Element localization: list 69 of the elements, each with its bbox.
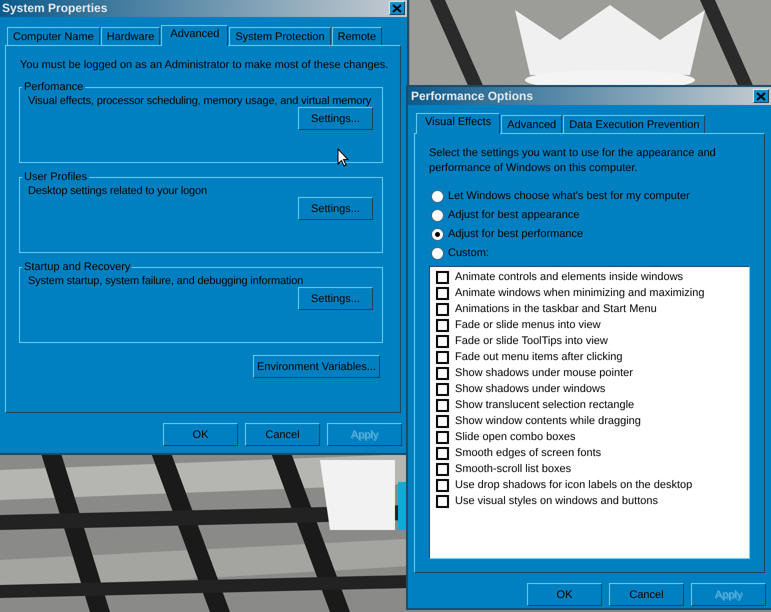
radio-label[interactable]: Adjust for best performance (448, 228, 584, 240)
checkbox-label[interactable]: Show window contents while dragging (455, 415, 641, 427)
tab[interactable]: Advanced (161, 25, 228, 46)
checkbox-label[interactable]: Show shadows under windows (455, 383, 606, 395)
dialog-button[interactable]: Cancel (245, 423, 320, 446)
checkbox[interactable] (436, 398, 449, 412)
checkbox[interactable] (436, 366, 449, 380)
checkbox-label[interactable]: Smooth-scroll list boxes (455, 463, 572, 475)
checkbox-label[interactable]: Show shadows under mouse pointer (455, 367, 633, 379)
tab[interactable]: System Protection (229, 27, 331, 45)
window-title: Performance Options (411, 89, 534, 103)
radio-button[interactable] (431, 208, 444, 222)
checkbox[interactable] (436, 318, 449, 332)
dialog-button[interactable]: OK (163, 423, 238, 446)
checkbox[interactable] (436, 382, 449, 396)
tab[interactable]: Advanced (501, 115, 562, 133)
checkbox[interactable] (436, 350, 449, 364)
checkbox-label[interactable]: Use drop shadows for icon labels on the desktop (455, 479, 692, 491)
tab[interactable]: Remote (332, 27, 382, 45)
settings-button[interactable]: Settings... (298, 287, 373, 310)
tab[interactable]: Hardware (100, 27, 160, 45)
admin-notice: You must be logged on as an Administrator to make most of these changes. (20, 59, 386, 71)
checkbox-label[interactable]: Show translucent selection rectangle (455, 399, 634, 411)
dialog-button[interactable]: Cancel (609, 583, 684, 606)
checkbox-label[interactable]: Animations in the taskbar and Start Menu (455, 303, 657, 315)
group-description: Desktop settings related to your logon (28, 185, 208, 197)
checkbox-label[interactable]: Smooth edges of screen fonts (455, 447, 602, 459)
group-description: System startup, system failure, and debugging information (28, 275, 304, 287)
checkbox-label[interactable]: Animate windows when minimizing and maximizing (455, 287, 704, 299)
checkbox[interactable] (436, 270, 449, 284)
radio-label[interactable]: Let Windows choose what's best for my computer (448, 190, 690, 202)
group-title: User Profiles (23, 171, 88, 183)
checkbox[interactable] (436, 302, 449, 316)
settings-button[interactable]: Settings... (298, 107, 373, 130)
checkbox-label[interactable]: Fade or slide menus into view (455, 319, 601, 331)
group-description: Visual effects, processor scheduling, memory usage, and virtual memory (28, 95, 372, 107)
tab[interactable]: Visual Effects (416, 113, 500, 134)
checkbox[interactable] (436, 334, 449, 348)
group-title: Startup and Recovery (23, 261, 132, 273)
checkbox[interactable] (436, 430, 449, 444)
group-title: Perfomance (23, 81, 84, 93)
checkbox-label[interactable]: Slide open combo boxes (455, 431, 576, 443)
radio-label[interactable]: Custom: (448, 247, 489, 259)
checkbox-label[interactable]: Fade or slide ToolTips into view (455, 335, 608, 347)
close-button[interactable] (389, 1, 405, 15)
window-title: System Properties (2, 1, 108, 15)
checkbox-label[interactable]: Animate controls and elements inside windows (455, 271, 684, 283)
radio-button[interactable] (431, 246, 444, 260)
close-icon (392, 4, 402, 12)
intro-text: Select the settings you want to use for the appearance and performance of Windows on this computer. (429, 146, 717, 176)
radio-label[interactable]: Adjust for best appearance (448, 209, 580, 221)
tab[interactable]: Data Execution Prevention (563, 115, 706, 133)
checkbox-label[interactable]: Fade out menu items after clicking (455, 351, 623, 363)
close-icon (756, 92, 766, 100)
checkbox[interactable] (436, 478, 449, 492)
dialog-button[interactable]: OK (527, 583, 602, 606)
close-button[interactable] (753, 89, 769, 103)
checkbox[interactable] (436, 286, 449, 300)
checkbox[interactable] (436, 462, 449, 476)
settings-button[interactable]: Settings... (298, 197, 373, 220)
environment-variables-button[interactable]: Environment Variables... (253, 355, 380, 378)
checkbox[interactable] (436, 494, 449, 508)
radio-button[interactable] (431, 190, 444, 202)
radio-button[interactable] (431, 228, 444, 240)
checkbox[interactable] (436, 414, 449, 428)
tab[interactable]: Computer Name (7, 27, 100, 45)
cursor-icon (337, 148, 349, 167)
checkbox-label[interactable]: Use visual styles on windows and buttons (455, 495, 658, 507)
checkbox[interactable] (436, 446, 449, 460)
